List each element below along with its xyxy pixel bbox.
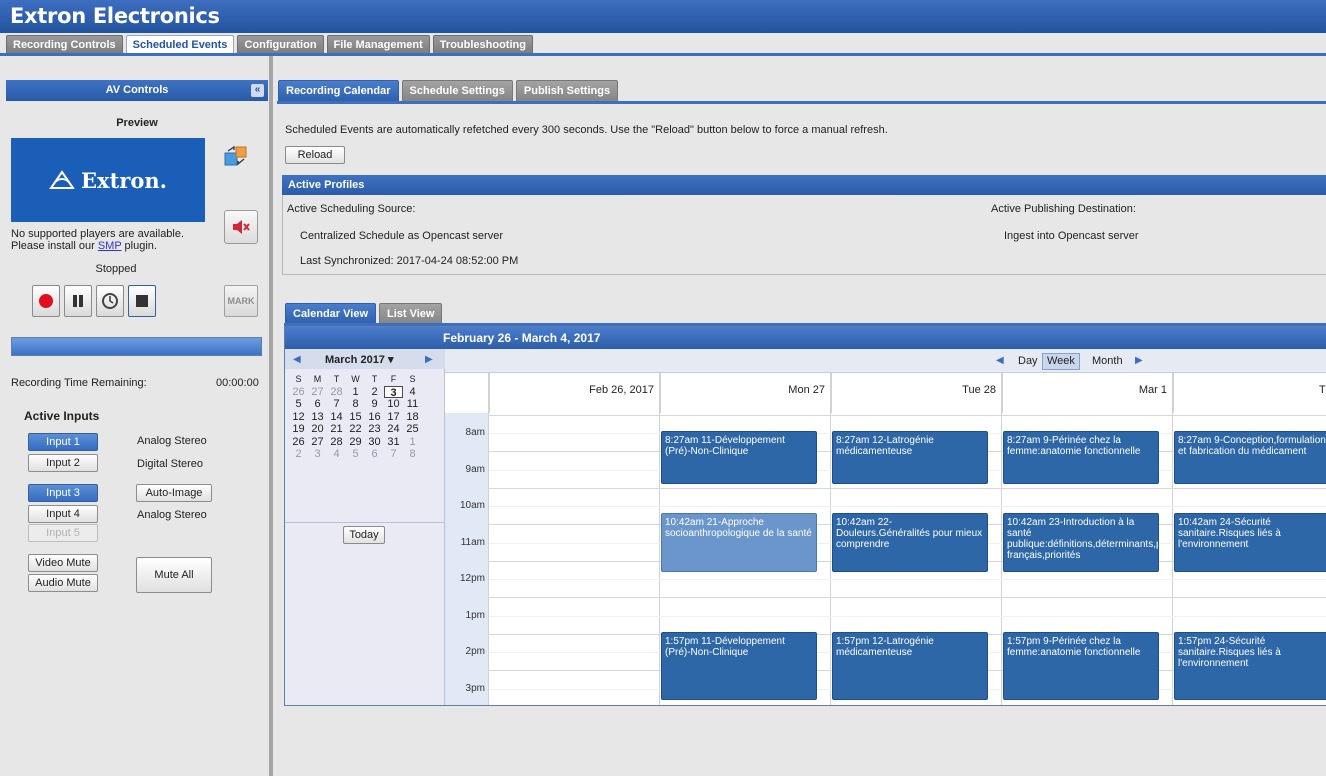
input-4-audio-label: Analog Stereo [137, 509, 207, 521]
calendar-event[interactable]: 1:57pm 24-Sécurité sanitaire.Risques lié… [1174, 632, 1326, 700]
hour-line [489, 414, 1326, 416]
calendar-event[interactable]: 8:27am 9-Périnée chez la femme:anatomie … [1003, 431, 1159, 485]
calendar-event[interactable]: 10:42am 22-Douleurs.Généralités pour mie… [832, 513, 988, 572]
pause-button[interactable] [64, 285, 92, 317]
calendar: February 26 - March 4, 2017 ◀ March 2017… [284, 326, 1326, 706]
input-1-button[interactable]: Input 1 [28, 433, 98, 451]
av-controls-header: AV Controls [6, 80, 268, 101]
hour-line [489, 597, 1326, 599]
tab-scheduled-events[interactable]: Scheduled Events [125, 35, 235, 54]
extron-logo: Extron. [49, 168, 167, 193]
tab-calendar-view[interactable]: Calendar View [285, 303, 376, 324]
time-label: 2pm [465, 646, 485, 658]
tab-underline [0, 53, 1326, 56]
half-hour-line [489, 579, 1326, 581]
time-label: 10am [459, 500, 485, 512]
publishing-destination-value: Ingest into Opencast server [1004, 230, 1139, 242]
record-icon [39, 294, 53, 308]
tab-configuration[interactable]: Configuration [237, 35, 324, 54]
tab-file-management[interactable]: File Management [326, 35, 430, 54]
record-button[interactable] [32, 285, 60, 317]
stop-button[interactable] [128, 285, 156, 317]
pause-icon [73, 295, 83, 307]
no-player-line1: No supported players are available. [11, 228, 185, 240]
tab-recording-calendar[interactable]: Recording Calendar [278, 80, 399, 101]
app-title: Extron Electronics [10, 4, 220, 28]
speaker-mute-button[interactable] [224, 210, 258, 244]
panel-splitter[interactable] [269, 56, 273, 776]
main-tabs: Recording Controls Scheduled Events Conf… [6, 35, 533, 54]
time-label: 3pm [465, 682, 485, 694]
scheduling-source-value: Centralized Schedule as Opencast server [300, 230, 503, 242]
preview-window: Extron. [11, 138, 205, 222]
input-1-audio-label: Analog Stereo [137, 435, 207, 447]
time-label: 11am [460, 536, 485, 548]
scheduling-source-label: Active Scheduling Source: [287, 203, 416, 215]
video-mute-button[interactable]: Video Mute [28, 554, 98, 572]
tab-list-view[interactable]: List View [379, 303, 443, 324]
no-player-message: No supported players are available. Plea… [11, 228, 184, 252]
last-synchronized: Last Synchronized: 2017-04-24 08:52:00 P… [300, 255, 519, 267]
smp-plugin-link[interactable]: SMP [98, 240, 122, 252]
calendar-event[interactable]: 8:27am 9-Conception,formulation et fabri… [1174, 431, 1326, 485]
calendar-event[interactable]: 1:57pm 9-Périnée chez la femme:anatomie … [1003, 632, 1159, 700]
collapse-panel-button[interactable]: « [251, 84, 264, 97]
sub-tab-underline [277, 101, 1326, 104]
swap-preview-icon[interactable] [224, 145, 248, 167]
time-label: 8am [465, 427, 485, 439]
day-column-line [488, 373, 489, 705]
stop-icon [136, 295, 148, 307]
day-column-line [1172, 373, 1173, 705]
extron-logo-icon [49, 170, 75, 189]
calendar-event[interactable]: 1:57pm 11-Développement (Pré)-Non-Cliniq… [661, 632, 817, 700]
calendar-event[interactable]: 8:27am 11-Développement (Pré)-Non-Cliniq… [661, 431, 817, 485]
active-profiles-header: Active Profiles [282, 175, 1326, 195]
tab-troubleshooting[interactable]: Troubleshooting [432, 35, 533, 54]
half-hour-line [489, 506, 1326, 508]
tab-publish-settings[interactable]: Publish Settings [515, 80, 619, 101]
day-column-line [1001, 373, 1002, 705]
hour-line [489, 487, 1326, 489]
sub-tabs: Recording Calendar Schedule Settings Pub… [278, 80, 619, 101]
tab-schedule-settings[interactable]: Schedule Settings [401, 80, 513, 101]
day-column-line [659, 373, 660, 705]
calendar-event[interactable]: 10:42am 24-Sécurité sanitaire.Risques li… [1174, 513, 1326, 572]
extend-button[interactable] [96, 285, 124, 317]
time-label: 12pm [459, 573, 485, 585]
speaker-muted-icon [233, 220, 250, 234]
time-remaining-value: 00:00:00 [216, 377, 259, 389]
time-label: 9am [465, 463, 485, 475]
logo-text: Extron. [81, 167, 167, 193]
tab-recording-controls[interactable]: Recording Controls [6, 35, 123, 54]
calendar-view-tabs: Calendar View List View [285, 303, 443, 324]
mark-button[interactable]: MARK [224, 285, 258, 317]
input-2-button[interactable]: Input 2 [28, 454, 98, 472]
audio-mute-button[interactable]: Audio Mute [28, 574, 98, 592]
mute-all-button[interactable]: Mute All [136, 557, 212, 593]
time-label: 1pm [465, 609, 485, 621]
recording-progress-bar [11, 337, 262, 356]
input-3-button[interactable]: Input 3 [28, 484, 98, 502]
no-player-suffix: plugin. [121, 240, 157, 252]
calendar-event[interactable]: 1:57pm 12-Latrogénie médicamenteuse [832, 632, 988, 700]
reload-button[interactable]: Reload [285, 146, 345, 164]
clock-icon [102, 293, 118, 309]
time-remaining-label: Recording Time Remaining: [11, 377, 147, 389]
calendar-event[interactable]: 10:42am 23-Introduction à la santé publi… [1003, 513, 1159, 572]
active-inputs-title: Active Inputs [24, 409, 100, 423]
input-4-button[interactable]: Input 4 [28, 505, 98, 523]
calendar-event[interactable]: 8:27am 12-Latrogénie médicamenteuse [832, 431, 988, 485]
no-player-prefix: Please install our [11, 240, 98, 252]
recording-status: Stopped [95, 263, 137, 275]
input-5-button: Input 5 [28, 524, 98, 542]
preview-title: Preview [116, 117, 158, 129]
input-2-audio-label: Digital Stereo [137, 458, 204, 470]
half-hour-line [489, 615, 1326, 617]
day-column-line [830, 373, 831, 705]
refresh-message: Scheduled Events are automatically refet… [285, 124, 888, 136]
calendar-grid: 8am 9am 10am 11am 12pm 1pm 2pm 3pm 8:27am 11-Dév… [285, 327, 1326, 705]
publishing-destination-label: Active Publishing Destination: [991, 203, 1136, 215]
auto-image-button[interactable]: Auto-Image [136, 484, 212, 502]
calendar-event[interactable]: 10:42am 21-Approche socioanthropologique… [661, 513, 817, 572]
